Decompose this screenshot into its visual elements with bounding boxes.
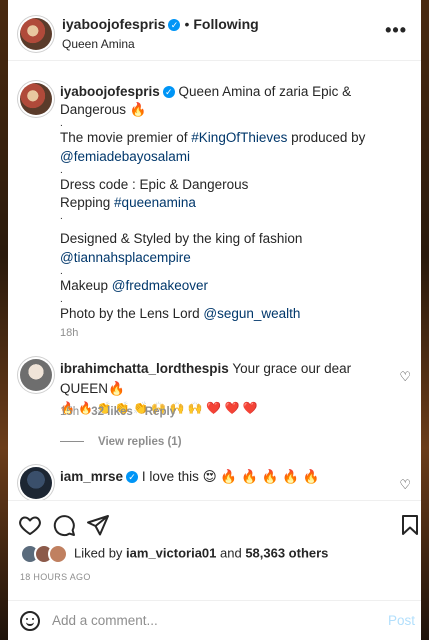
author-avatar[interactable] bbox=[20, 18, 52, 50]
caption-line: . bbox=[60, 265, 63, 277]
view-replies-button[interactable]: View replies (1) bbox=[60, 436, 182, 448]
post-caption: iyaboojofespris ✓ Queen Amina of zaria Ep… bbox=[60, 83, 410, 323]
like-comment-icon[interactable]: ♡ bbox=[399, 477, 411, 493]
like-comment-icon[interactable]: ♡ bbox=[399, 369, 411, 385]
more-options-icon[interactable]: ••• bbox=[385, 20, 407, 41]
caption-timestamp[interactable]: 18h bbox=[60, 327, 78, 339]
comment-bubble-icon[interactable] bbox=[52, 513, 76, 537]
comment-meta: 15h 32 likes Reply bbox=[60, 406, 188, 418]
reply-button[interactable]: Reply bbox=[145, 406, 176, 418]
following-button[interactable]: Following bbox=[193, 16, 258, 32]
verified-icon: ✓ bbox=[162, 86, 175, 99]
emoji-smile-icon[interactable] bbox=[20, 611, 40, 631]
post-comment-button[interactable]: Post bbox=[388, 613, 415, 628]
divider-line bbox=[60, 441, 84, 443]
likes-count[interactable]: 58,363 others bbox=[245, 545, 328, 560]
likes-middle: and bbox=[216, 545, 246, 561]
like-heart-icon[interactable] bbox=[18, 513, 42, 537]
caption-line: . bbox=[60, 118, 63, 130]
caption-line: . bbox=[60, 164, 63, 176]
comment-body: iam_mrse ✓ I love this 😍 🔥 🔥 🔥 🔥 🔥 bbox=[60, 467, 390, 487]
liker-avatar bbox=[48, 544, 68, 564]
hashtag-link[interactable]: #queenamina bbox=[114, 195, 196, 210]
caption-line: Repping #queenamina bbox=[60, 194, 410, 212]
caption-line: Designed & Styled by the king of fashion… bbox=[60, 230, 410, 266]
likes-prefix: Liked by bbox=[74, 545, 127, 561]
comments-scroll-area[interactable]: iyaboojofespris ✓ Queen Amina of zaria Ep… bbox=[8, 61, 421, 501]
mention-link[interactable]: @fredmakeover bbox=[112, 278, 208, 293]
caption-username[interactable]: iyaboojofespris bbox=[60, 84, 160, 99]
location-label[interactable]: Queen Amina bbox=[62, 37, 135, 51]
commenter-avatar[interactable] bbox=[20, 359, 52, 391]
add-comment-bar: Post bbox=[8, 600, 421, 640]
save-bookmark-icon[interactable] bbox=[398, 513, 421, 537]
caption-text: Designed & Styled by the king of fashion bbox=[60, 231, 303, 247]
verified-icon: ✓ bbox=[126, 471, 139, 484]
caption-text: produced by bbox=[287, 130, 366, 146]
caption-line: Makeup @fredmakeover bbox=[60, 277, 410, 295]
caption-text: Makeup bbox=[60, 277, 112, 293]
verified-icon: ✓ bbox=[168, 19, 181, 32]
caption-text: Repping bbox=[60, 195, 115, 211]
caption-line: Photo by the Lens Lord @segun_wealth bbox=[60, 305, 410, 323]
caption-text: Photo by the Lens Lord bbox=[60, 305, 204, 321]
comment-timestamp[interactable]: 15h bbox=[60, 406, 79, 418]
mention-link[interactable]: @tiannahsplacempire bbox=[60, 250, 191, 265]
likes-summary: Liked by iam_victoria01 and 58,363 other… bbox=[20, 544, 328, 564]
caption-line: . bbox=[60, 293, 63, 305]
hashtag-link[interactable]: #KingOfThieves bbox=[191, 130, 287, 145]
liker-username[interactable]: iam_victoria01 bbox=[126, 545, 216, 560]
caption-line: The movie premier of #KingOfThieves prod… bbox=[60, 129, 410, 147]
author-username[interactable]: iyaboojofespris bbox=[62, 16, 165, 32]
mention-link[interactable]: @femiadebayosalami bbox=[60, 149, 190, 164]
commenter-username[interactable]: iam_mrse bbox=[60, 469, 123, 484]
post-timestamp[interactable]: 18 HOURS AGO bbox=[20, 572, 91, 582]
background-left bbox=[0, 0, 8, 640]
comment-input[interactable] bbox=[50, 612, 374, 629]
caption-line: iyaboojofespris ✓ Queen Amina of zaria Ep… bbox=[60, 83, 410, 119]
view-replies-label: View replies (1) bbox=[98, 436, 182, 448]
post-actions-bar bbox=[8, 500, 421, 545]
caption-line: @femiadebayosalami bbox=[60, 148, 410, 166]
caption-line: Dress code : Epic & Dangerous bbox=[60, 176, 249, 192]
caption-avatar[interactable] bbox=[20, 83, 52, 115]
commenter-avatar[interactable] bbox=[20, 467, 52, 499]
separator-dot: • bbox=[184, 16, 190, 32]
commenter-username[interactable]: ibrahimchatta_lordthespis bbox=[60, 361, 229, 376]
post-header: iyaboojofespris ✓ • Following Queen Amina •… bbox=[8, 0, 421, 61]
share-paper-plane-icon[interactable] bbox=[86, 513, 110, 537]
post-panel: iyaboojofespris ✓ • Following Queen Amina •… bbox=[8, 0, 421, 640]
caption-line: . bbox=[60, 211, 63, 223]
mention-link[interactable]: @segun_wealth bbox=[203, 306, 300, 321]
caption-text: The movie premier of bbox=[60, 130, 192, 146]
background-right bbox=[421, 0, 429, 640]
comment-likes[interactable]: 32 likes bbox=[91, 406, 133, 418]
header-user-line: iyaboojofespris ✓ • Following bbox=[62, 16, 259, 32]
comment-text: I love this 😍 🔥 🔥 🔥 🔥 🔥 bbox=[141, 469, 320, 484]
